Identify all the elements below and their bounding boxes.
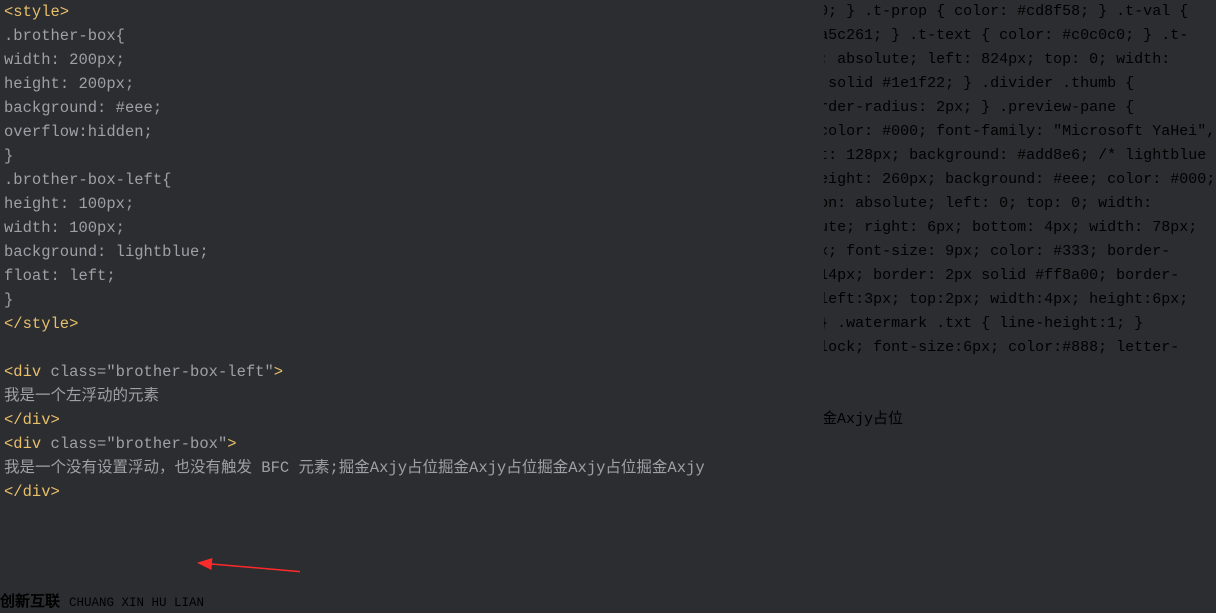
code-line: }: [4, 288, 824, 312]
code-line: [4, 336, 824, 360]
code-line: .brother-box-left{: [4, 168, 824, 192]
code-line: 我是一个没有设置浮动，也没有触发 BFC 元素;掘金Axjy占位掘金Axjy占位…: [4, 456, 824, 480]
code-line: <div class="brother-box">: [4, 432, 824, 456]
code-line: .brother-box{: [4, 24, 824, 48]
code-line: 我是一个左浮动的元素: [4, 384, 824, 408]
code-line: overflow:hidden;: [4, 120, 824, 144]
code-line: <style>: [4, 0, 824, 24]
code-line: float: left;: [4, 264, 824, 288]
code-editor: <style>.brother-box{width: 200px;height:…: [0, 0, 824, 523]
code-line: background: #eee;: [4, 96, 824, 120]
watermark-text: 创新互联 CHUANG XIN HU LIAN: [0, 594, 204, 611]
code-line: height: 200px;: [4, 72, 824, 96]
code-line: }: [4, 144, 824, 168]
code-line: </style>: [4, 312, 824, 336]
code-line: height: 100px;: [4, 192, 824, 216]
code-line: width: 200px;: [4, 48, 824, 72]
code-line: <div class="brother-box-left">: [4, 360, 824, 384]
code-line: background: lightblue;: [4, 240, 824, 264]
code-line: </div>: [4, 408, 824, 432]
code-line: </div>: [4, 480, 824, 504]
code-line: width: 100px;: [4, 216, 824, 240]
watermark-logo: 创新互联 CHUANG XIN HU LIAN: [0, 591, 1216, 613]
